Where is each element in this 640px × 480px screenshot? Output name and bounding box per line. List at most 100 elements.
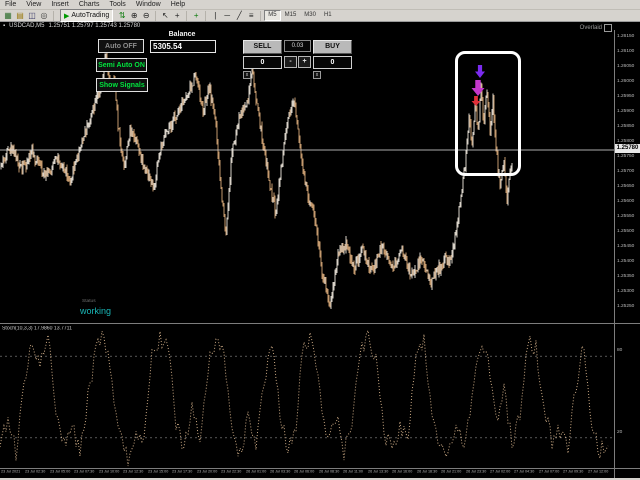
- sell-button[interactable]: SELL: [243, 40, 282, 54]
- menu-item-insert[interactable]: Insert: [46, 0, 74, 9]
- symbol-bar: ▪ USDCAD,M5 1.25751 1.25797 1.25743 1.25…: [0, 22, 640, 30]
- stochastic-indicator-chart: [0, 325, 614, 468]
- timeframe-button-h1[interactable]: H1: [320, 10, 336, 21]
- symbol-ohlc: 1.25751 1.25797 1.25743 1.25780: [48, 22, 140, 30]
- price-axis-label: 1.26150: [617, 34, 634, 39]
- timeframe-button-m30[interactable]: M30: [300, 10, 320, 21]
- time-axis-label: 26 Jul 08:30: [319, 470, 339, 474]
- menu-item-view[interactable]: View: [21, 0, 46, 9]
- lot-decrease-button[interactable]: -: [284, 56, 297, 68]
- time-axis-label: 23 Jul 07:30: [74, 470, 94, 474]
- stochastic-line: [0, 330, 608, 466]
- autotrading-button[interactable]: ▶ AutoTrading: [60, 9, 113, 22]
- new-order-icon[interactable]: ⇅: [116, 11, 128, 21]
- price-axis-label: 1.26100: [617, 49, 634, 54]
- toolbar: ▦▤◫◎ ▶ AutoTrading ⇅⊕⊖ ↖+ + |─╱≡ M5M15M3…: [0, 10, 640, 22]
- main-price-chart: [0, 30, 614, 322]
- time-axis-label: 27 Jul 07:00: [539, 470, 559, 474]
- menu-item-tools[interactable]: Tools: [104, 0, 130, 9]
- time-axis-label: 26 Jul 06:00: [294, 470, 314, 474]
- menu-item-file[interactable]: File: [0, 0, 21, 9]
- toolbar-group-order-zoom: ⇅⊕⊖: [116, 11, 156, 21]
- menu-item-window[interactable]: Window: [131, 0, 166, 9]
- timeframe-button-m5[interactable]: M5: [264, 10, 280, 21]
- lot-size-input[interactable]: 0.03: [284, 40, 311, 52]
- balance-label: Balance: [150, 31, 214, 38]
- market-watch-icon[interactable]: ◫: [26, 11, 38, 21]
- signal-highlight-box: [455, 51, 521, 176]
- time-axis-label: 27 Jul 02:00: [490, 470, 510, 474]
- indicators-icon[interactable]: +: [190, 11, 202, 21]
- overlaid-label: Overlaid: [580, 24, 612, 32]
- price-axis-label: 1.25650: [617, 184, 634, 189]
- timeframe-button-m15[interactable]: M15: [281, 10, 301, 21]
- time-axis-label: 23 Jul 17:30: [172, 470, 192, 474]
- cursor-icon[interactable]: ↖: [159, 11, 171, 21]
- semi-auto-on-button[interactable]: Semi Auto ON: [96, 58, 147, 72]
- vertical-line-icon[interactable]: |: [209, 11, 221, 21]
- price-axis-label: 1.26050: [617, 64, 634, 69]
- auto-off-button[interactable]: Auto OFF: [98, 39, 144, 53]
- time-axis-label: 26 Jul 23:30: [466, 470, 486, 474]
- toolbar-group-line-tools: |─╱≡: [209, 11, 261, 21]
- current-price-tag: 1.25780: [615, 144, 640, 153]
- price-axis-label: 1.25450: [617, 244, 634, 249]
- menu-item-charts[interactable]: Charts: [74, 0, 105, 9]
- price-axis-label: 1.25700: [617, 169, 634, 174]
- stoch-level-label: 80: [617, 348, 622, 353]
- buy-count-box: 0: [313, 56, 352, 69]
- buy-close-button[interactable]: x: [313, 71, 321, 79]
- horizontal-line-icon[interactable]: ─: [221, 11, 233, 21]
- price-axis-label: 1.25900: [617, 109, 634, 114]
- fibonacci-icon[interactable]: ≡: [245, 11, 257, 21]
- time-axis[interactable]: 23 Jul 2021 23 Jul 02:30 23 Jul 05:00 23 Ju…: [0, 469, 614, 478]
- price-axis-label: 1.25250: [617, 304, 634, 309]
- balance-value: 5305.54: [150, 40, 216, 53]
- indicator-label: Stoch(10,3,3) 17.9860 13.7711: [2, 326, 72, 331]
- zoom-in-icon[interactable]: ⊕: [128, 11, 140, 21]
- symbol-bullet-icon: ▪: [3, 22, 5, 30]
- toolbar-group-indicators: +: [190, 11, 206, 21]
- time-axis-label: 23 Jul 20:00: [197, 470, 217, 474]
- toolbar-group-timeframes: M5M15M30H1: [264, 10, 338, 21]
- time-axis-label: 23 Jul 2021: [1, 470, 20, 474]
- time-axis-label: 27 Jul 09:30: [563, 470, 583, 474]
- buy-button[interactable]: BUY: [313, 40, 352, 54]
- sell-count-box: 0: [243, 56, 282, 69]
- menu-item-help[interactable]: Help: [166, 0, 190, 9]
- lot-increase-button[interactable]: +: [298, 56, 311, 68]
- time-axis-label: 23 Jul 02:30: [25, 470, 45, 474]
- price-axis-label: 1.25300: [617, 289, 634, 294]
- time-axis-label: 26 Jul 13:30: [368, 470, 388, 474]
- time-axis-label: 23 Jul 15:00: [148, 470, 168, 474]
- profiles-icon[interactable]: ▤: [14, 11, 26, 21]
- trendline-icon[interactable]: ╱: [233, 11, 245, 21]
- zoom-out-icon[interactable]: ⊖: [140, 11, 152, 21]
- find-symbol-icon[interactable]: ◎: [38, 11, 50, 21]
- new-chart-icon[interactable]: ▦: [2, 11, 14, 21]
- time-axis-label: 23 Jul 10:00: [99, 470, 119, 474]
- pane-splitter[interactable]: [0, 323, 640, 324]
- toolbar-group-files: ▦▤◫◎: [2, 11, 54, 21]
- price-axis-label: 1.25350: [617, 274, 634, 279]
- autotrading-play-icon: ▶: [64, 12, 69, 20]
- price-axis[interactable]: 1.261501.261001.260501.260001.259501.259…: [615, 30, 640, 468]
- price-axis-label: 1.25400: [617, 259, 634, 264]
- time-axis-label: 23 Jul 05:00: [50, 470, 70, 474]
- autotrading-label: AutoTrading: [71, 12, 109, 19]
- time-axis-label: 27 Jul 04:30: [514, 470, 534, 474]
- time-axis-label: 27 Jul 12:00: [588, 470, 608, 474]
- show-signals-button[interactable]: Show Signals: [96, 78, 148, 92]
- time-axis-label: 26 Jul 18:30: [417, 470, 437, 474]
- stoch-level-label: 20: [617, 430, 622, 435]
- overlaid-icon: [604, 24, 612, 32]
- status-value: working: [80, 306, 111, 316]
- sell-close-button[interactable]: x: [243, 71, 251, 79]
- price-axis-label: 1.25550: [617, 214, 634, 219]
- crosshair-icon[interactable]: +: [171, 11, 183, 21]
- overlaid-text: Overlaid: [580, 25, 602, 31]
- price-axis-label: 1.25850: [617, 124, 634, 129]
- price-axis-label: 1.26000: [617, 79, 634, 84]
- price-axis-label: 1.25750: [617, 154, 634, 159]
- price-axis-label: 1.25500: [617, 229, 634, 234]
